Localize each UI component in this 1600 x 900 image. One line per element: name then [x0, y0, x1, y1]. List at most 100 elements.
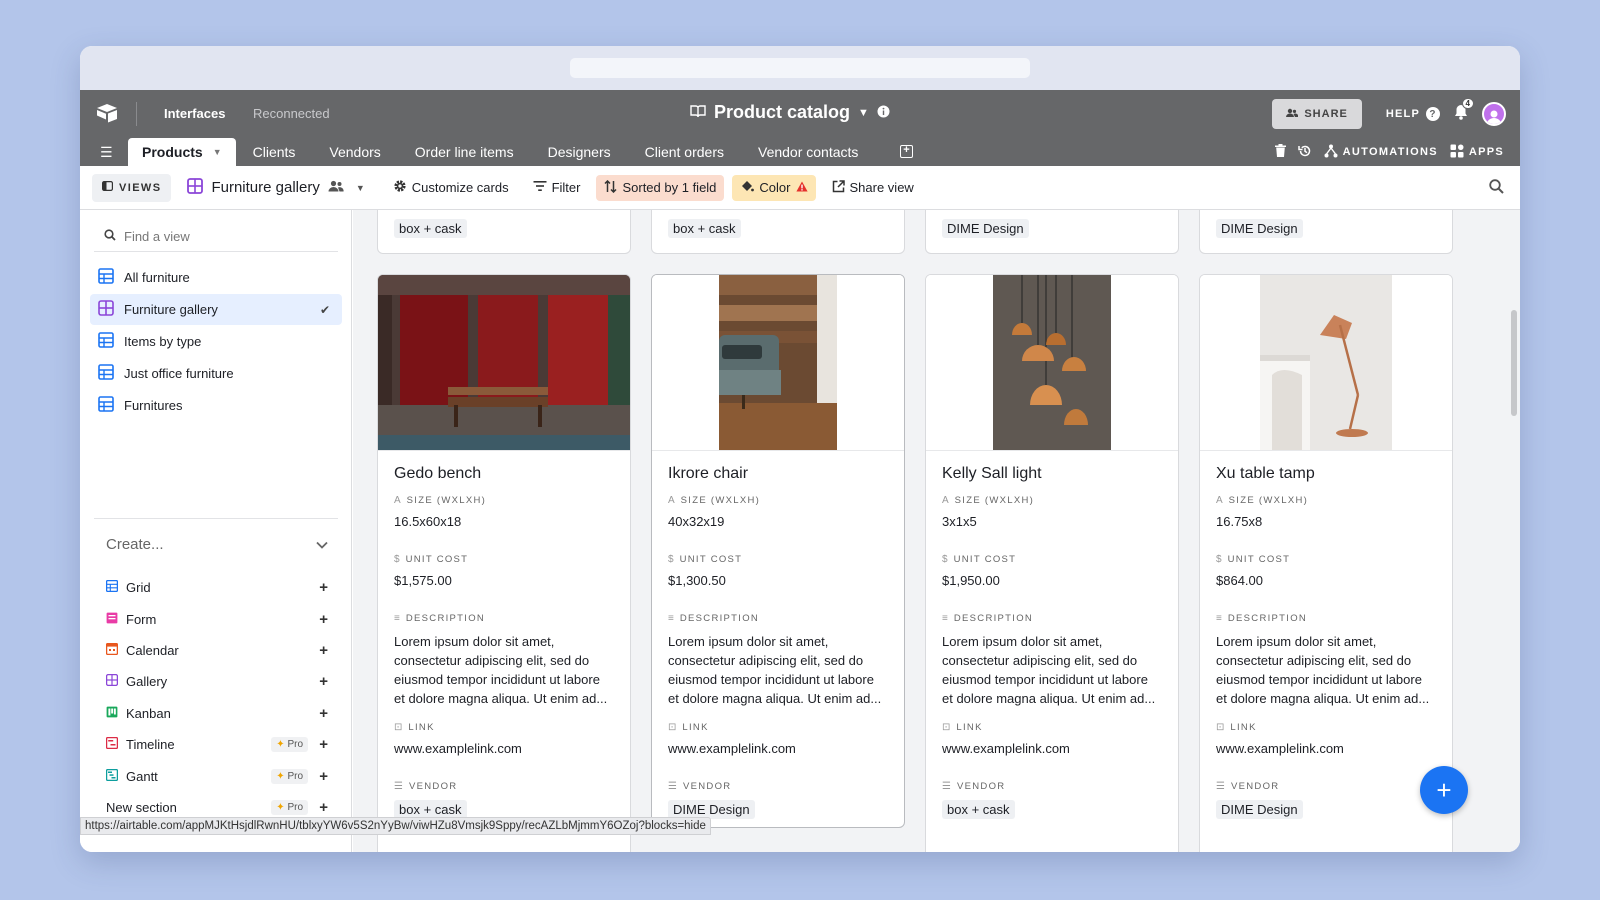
info-icon[interactable]: [877, 102, 890, 123]
record-card[interactable]: Xu table tamp A SIZE (WXLXH) 16.75x8 $ UNI…: [1199, 274, 1453, 852]
view-item-items-by-type[interactable]: Items by type: [90, 326, 342, 357]
airtable-logo-icon[interactable]: [96, 103, 118, 128]
create-label: Gantt: [126, 768, 158, 784]
views-toggle-button[interactable]: VIEWS: [92, 173, 172, 202]
create-gantt[interactable]: Gantt ✦ Pro +: [105, 760, 328, 791]
views-label: VIEWS: [119, 181, 162, 194]
filter-button[interactable]: Filter: [525, 175, 589, 201]
create-section-toggle[interactable]: Create...: [106, 536, 328, 553]
header-divider: [136, 102, 137, 126]
kanban-icon: [106, 706, 118, 721]
vendor-pill: box + cask: [394, 219, 467, 238]
plus-icon[interactable]: +: [319, 768, 328, 785]
apps-label: APPS: [1468, 146, 1504, 158]
record-card-partial[interactable]: DIME Design: [925, 210, 1179, 254]
chevron-down-icon[interactable]: ▼: [858, 107, 869, 119]
help-button[interactable]: HELP ?: [1386, 107, 1440, 121]
grid-icon: [98, 396, 114, 415]
tab-products[interactable]: Products ▼: [128, 138, 236, 166]
history-icon[interactable]: [1297, 144, 1312, 161]
tab-clients[interactable]: Clients: [236, 138, 313, 166]
record-card-partial[interactable]: DIME Design: [1199, 210, 1453, 254]
automations-button[interactable]: AUTOMATIONS: [1324, 144, 1438, 161]
sort-button[interactable]: Sorted by 1 field: [596, 174, 725, 201]
header-actions: SHARE HELP ? 4: [1272, 97, 1506, 129]
plus-icon[interactable]: +: [319, 611, 328, 628]
tab-designers[interactable]: Designers: [531, 138, 628, 166]
create-calendar[interactable]: Calendar +: [105, 635, 328, 666]
trash-icon[interactable]: [1274, 144, 1286, 160]
link-value[interactable]: www.examplelink.com: [1216, 741, 1436, 756]
create-label: Kanban: [126, 705, 171, 721]
record-card-partial[interactable]: box + cask: [377, 210, 631, 254]
search-icon[interactable]: [1489, 179, 1504, 199]
customize-cards-button[interactable]: Customize cards: [385, 175, 517, 201]
vendor-pill[interactable]: DIME Design: [1216, 800, 1303, 819]
create-kanban[interactable]: Kanban +: [106, 698, 328, 729]
product-name: Kelly Sall light: [942, 465, 1042, 482]
description-label: ≡ DESCRIPTION: [942, 613, 1034, 624]
tab-vendor-contacts[interactable]: Vendor contacts: [741, 138, 875, 166]
create-form[interactable]: Form +: [106, 603, 328, 634]
share-view-button[interactable]: Share view: [824, 175, 922, 201]
interfaces-link[interactable]: Interfaces: [164, 106, 225, 121]
plus-icon[interactable]: +: [319, 705, 328, 722]
plus-icon[interactable]: +: [319, 642, 328, 659]
view-item-just-office-furniture[interactable]: Just office furniture: [90, 358, 342, 389]
record-card[interactable]: Gedo bench A SIZE (WXLXH) 16.5x60x18 $ UNI…: [377, 274, 631, 852]
base-title[interactable]: Product catalog ▼: [690, 102, 890, 123]
notifications-button[interactable]: 4: [1454, 97, 1474, 125]
address-bar[interactable]: [570, 58, 1030, 78]
description-label: ≡ DESCRIPTION: [394, 613, 486, 624]
currency-field-icon: $: [668, 554, 674, 565]
plus-icon[interactable]: +: [319, 579, 328, 596]
chevron-down-icon[interactable]: ▼: [213, 147, 222, 157]
plus-icon[interactable]: +: [319, 736, 328, 753]
view-item-furnitures[interactable]: Furnitures: [90, 390, 342, 421]
add-record-button[interactable]: +: [1420, 766, 1468, 814]
create-timeline[interactable]: Timeline ✦ Pro +: [105, 729, 328, 760]
product-image: [926, 275, 1178, 451]
find-view-input[interactable]: Find a view: [94, 222, 338, 252]
create-label: Gallery: [126, 674, 168, 690]
avatar[interactable]: [1482, 102, 1506, 126]
create-gallery[interactable]: Gallery +: [105, 666, 328, 697]
gallery-icon: [98, 300, 114, 319]
plus-icon[interactable]: +: [319, 673, 328, 690]
link-value[interactable]: www.examplelink.com: [942, 741, 1162, 756]
share-button[interactable]: SHARE: [1272, 99, 1362, 129]
unit-cost-value: $864.00: [1216, 573, 1263, 588]
link-value[interactable]: www.examplelink.com: [394, 741, 614, 756]
automations-label: AUTOMATIONS: [1342, 146, 1438, 158]
record-card[interactable]: Ikrore chair A SIZE (WXLXH) 40x32x19 $ UNI…: [651, 274, 905, 828]
view-label: All furniture: [124, 270, 190, 285]
record-card-partial[interactable]: box + cask: [651, 210, 905, 254]
add-table-icon[interactable]: +: [900, 145, 913, 158]
view-item-all-furniture[interactable]: All furniture: [90, 262, 342, 293]
current-view-selector[interactable]: Furniture gallery ▼: [187, 177, 365, 198]
tab-vendors[interactable]: Vendors: [312, 138, 397, 166]
plus-icon[interactable]: +: [319, 799, 328, 816]
chevron-down-icon[interactable]: ▼: [356, 183, 365, 193]
hamburger-menu-icon[interactable]: ☰: [100, 144, 113, 161]
description-value: Lorem ipsum dolor sit amet, consectetur …: [394, 634, 608, 706]
description-label: ≡ DESCRIPTION: [1216, 613, 1308, 624]
create-label: Form: [126, 611, 157, 627]
create-label: Timeline: [126, 737, 175, 753]
create-grid[interactable]: Grid +: [105, 572, 328, 603]
vendor-pill[interactable]: box + cask: [942, 800, 1015, 819]
pro-badge: ✦ Pro: [271, 768, 308, 784]
share-label: SHARE: [1304, 108, 1348, 120]
link-label: ⊡ LINK: [394, 722, 435, 733]
color-button[interactable]: Color: [732, 174, 816, 201]
tab-client-orders[interactable]: Client orders: [628, 138, 741, 166]
unit-cost-label: $ UNIT COST: [668, 554, 743, 565]
apps-button[interactable]: APPS: [1450, 144, 1504, 161]
link-value[interactable]: www.examplelink.com: [668, 741, 888, 756]
record-card[interactable]: Kelly Sall light A SIZE (WXLXH) 3x1x5 $ UN…: [925, 274, 1179, 852]
tab-order-line-items[interactable]: Order line items: [398, 138, 531, 166]
vertical-scrollbar[interactable]: [1511, 310, 1517, 416]
paint-bucket-icon: [740, 179, 755, 196]
view-item-furniture-gallery[interactable]: Furniture gallery ✔: [90, 294, 342, 325]
create-label: Calendar: [126, 642, 179, 658]
